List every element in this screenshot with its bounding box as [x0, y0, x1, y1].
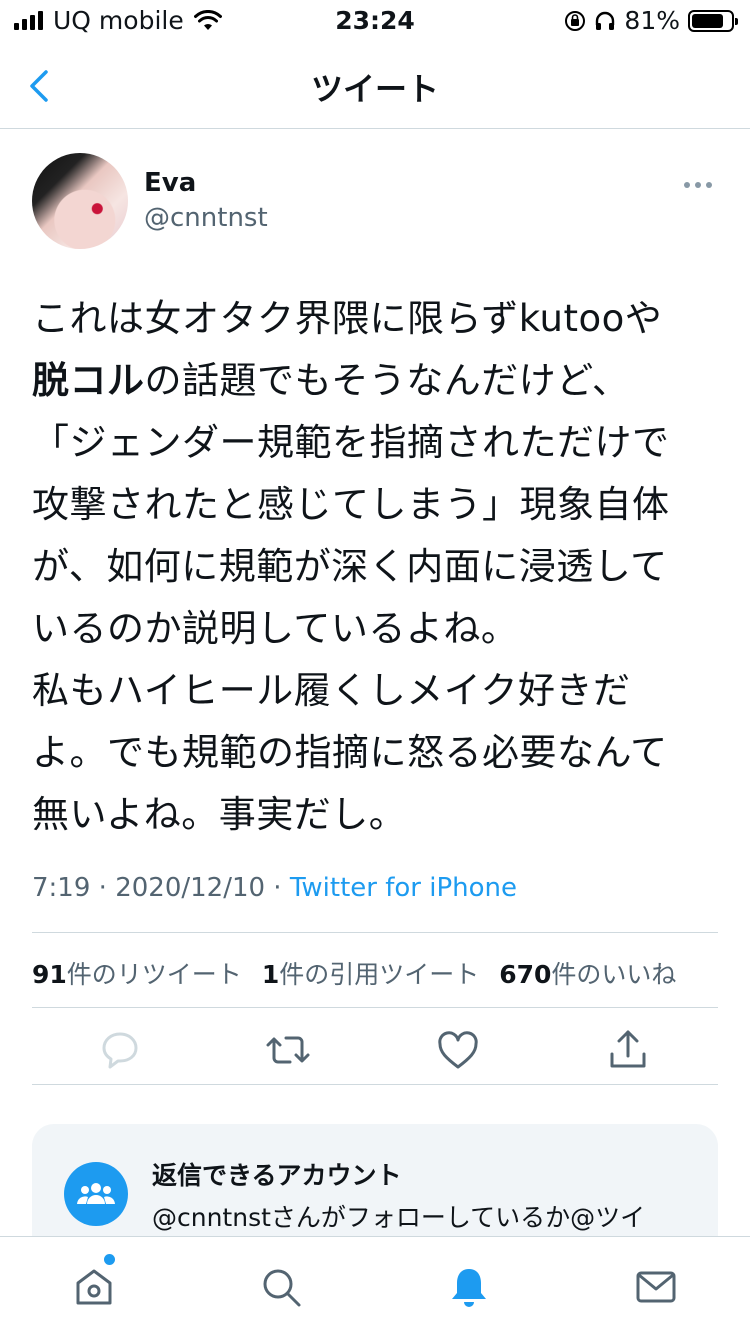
new-content-dot — [104, 1254, 115, 1265]
tweet-source-link[interactable]: Twitter for iPhone — [290, 873, 517, 903]
navigation-bar: ツイート — [0, 44, 750, 129]
tweet-line-rest: の話題でもそうなんだけど、 — [144, 359, 630, 402]
battery-icon — [688, 9, 738, 32]
like-icon[interactable] — [434, 1026, 482, 1074]
likes-count[interactable]: 670件のいいね — [499, 955, 676, 991]
messages-icon[interactable] — [634, 1265, 678, 1309]
divider — [32, 1007, 718, 1008]
status-right: 81% — [564, 6, 738, 35]
orientation-lock-icon — [565, 10, 586, 31]
divider — [32, 1084, 718, 1085]
tweet-line: これは女オタク界隈に限らずkutooや — [32, 297, 663, 340]
more-icon[interactable] — [684, 178, 714, 192]
tweet-line: よ。でも規範の指摘に怒る必要なんて — [32, 731, 668, 774]
page-title: ツイート — [310, 70, 439, 108]
reply-icon[interactable] — [96, 1026, 144, 1074]
tweet-line: が、如何に規範が深く内面に浸透して — [32, 545, 668, 588]
search-icon[interactable] — [259, 1265, 303, 1309]
user-handle[interactable]: @cnntnst — [144, 203, 268, 233]
tweet-text: これは女オタク界隈に限らずkutooや 脱コルの話題でもそうなんだけど、 「ジェ… — [32, 288, 722, 846]
tweet-actions — [32, 1026, 718, 1076]
retweet-icon[interactable] — [264, 1026, 312, 1074]
tweet-line: 脱コルの話題でもそうなんだけど、 — [32, 350, 722, 412]
hashtag-like-bold: 脱コル — [32, 359, 145, 402]
status-bar: UQ mobile 23:24 81% — [0, 0, 750, 44]
engagement-stats: 91件のリツイート 1件の引用ツイート 670件のいいね — [32, 955, 676, 991]
people-icon — [64, 1162, 128, 1226]
display-name[interactable]: Eva — [144, 168, 196, 198]
tweet-time: 7:19 — [32, 873, 91, 903]
reply-card-description: @cnntnstさんがフォローしているか@ツイ — [152, 1203, 646, 1232]
tweet-line: いるのか説明しているよね。 — [32, 607, 519, 650]
tab-bar — [0, 1236, 750, 1335]
share-icon[interactable] — [604, 1026, 652, 1074]
quotes-count[interactable]: 1件の引用ツイート — [262, 955, 479, 991]
tweet-line: 私もハイヒール履くしメイク好きだ — [32, 669, 631, 712]
home-icon[interactable] — [72, 1265, 116, 1309]
tweet-line: 攻撃されたと感じてしまう」現象自体 — [32, 483, 670, 526]
notifications-icon[interactable] — [447, 1265, 491, 1309]
battery-percent: 81% — [624, 6, 680, 35]
tweet-metadata: 7:19 · 2020/12/10 · Twitter for iPhone — [32, 873, 518, 903]
headphones-icon — [596, 11, 615, 30]
reply-card-title: 返信できるアカウント — [152, 1161, 402, 1190]
divider — [32, 932, 718, 933]
avatar[interactable] — [32, 153, 128, 249]
retweets-count[interactable]: 91件のリツイート — [32, 955, 242, 991]
tweet-line: 「ジェンダー規範を指摘されただけで — [32, 421, 670, 464]
tweet-line: 無いよね。事実だし。 — [32, 793, 407, 836]
tweet-date: 2020/12/10 — [115, 873, 266, 903]
